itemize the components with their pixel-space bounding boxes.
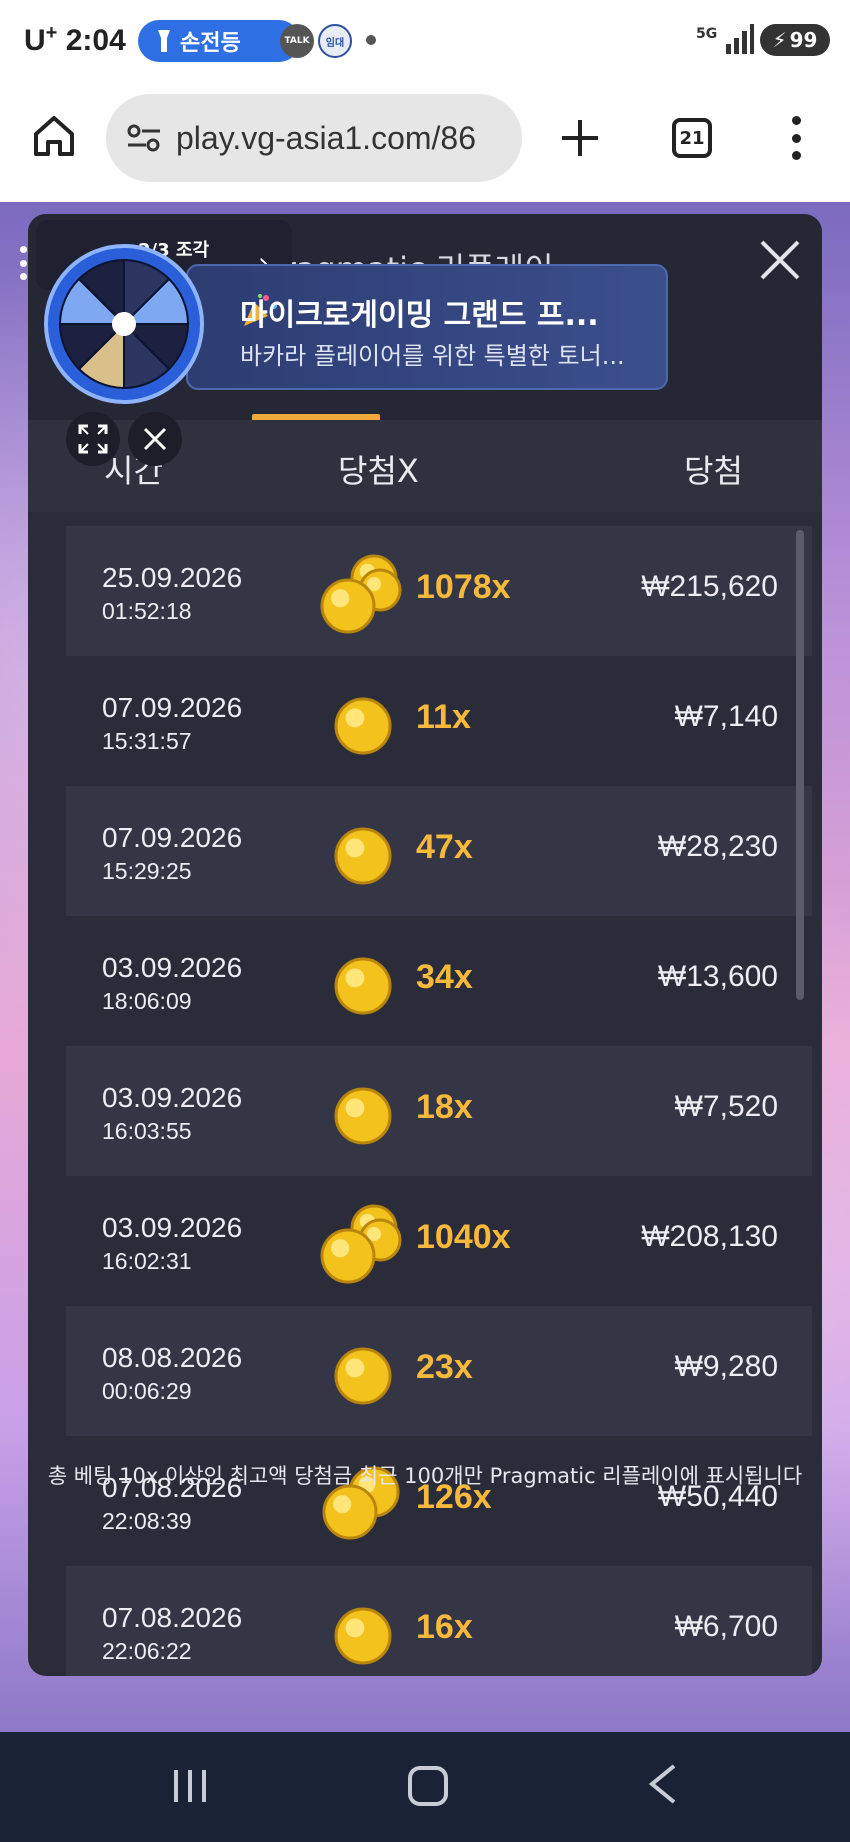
row-date: 03.09.2026 [102,952,243,983]
row-win-amount: ₩28,230 [657,830,778,863]
row-win-amount: ₩7,520 [674,1090,778,1123]
status-bar: U+ 2:04 손전등 TALK 임대 5G ⚡ 99 [0,0,850,80]
site-settings-icon[interactable] [126,123,162,153]
coin-icon [334,1607,392,1665]
signal-icon [726,24,754,54]
flashlight-pill[interactable]: 손전등 [138,20,300,62]
close-small-icon [143,427,167,451]
row-time: 15:29:25 [102,858,192,884]
row-multiplier: 23x [416,1348,473,1386]
coin-icon [334,1087,392,1145]
row-multiplier: 1078x [416,568,511,606]
row-time: 16:03:55 [102,1118,192,1144]
rental-notification-icon: 임대 [318,24,352,58]
row-win-amount: ₩13,600 [657,960,778,993]
coin-icon [320,554,402,634]
row-date: 25.09.2026 [102,562,243,593]
row-multiplier: 18x [416,1088,473,1126]
row-date: 07.08.2026 [102,1602,243,1633]
row-win-amount: ₩9,280 [674,1350,778,1383]
row-multiplier: 16x [416,1608,473,1646]
battery-indicator: ⚡ 99 [760,24,830,56]
coin-icon [334,827,392,885]
close-overlay-button[interactable] [128,412,182,466]
system-nav-bar [0,1732,850,1842]
column-win: 당첨 [684,452,743,490]
back-icon[interactable] [648,1764,678,1804]
row-win-amount: ₩6,700 [674,1610,778,1643]
row-date: 03.09.2026 [102,1212,243,1243]
browser-menu-icon[interactable] [784,116,808,160]
expand-icon [78,424,108,454]
row-win-amount: ₩208,130 [641,1220,778,1253]
table-row[interactable]: 07.09.2026 15:29:25 47x ₩28,230 [66,786,812,916]
home-icon[interactable] [32,114,76,158]
row-date: 07.09.2026 [102,822,243,853]
row-multiplier: 47x [416,828,473,866]
promo-banner[interactable]: 마이크로게이밍 그랜드 프... 바카라 플레이어를 위한 특별한 토너... [186,264,668,390]
row-date: 08.08.2026 [102,1342,243,1373]
table-row[interactable]: 03.09.2026 16:03:55 18x ₩7,520 [66,1046,812,1176]
promo-title: 마이크로게이밍 그랜드 프... [240,298,599,333]
flashlight-icon [158,30,170,52]
scrollbar[interactable] [796,530,804,1000]
row-date: 07.09.2026 [102,692,243,723]
table-row[interactable]: 08.08.2026 00:06:29 23x ₩9,280 [66,1306,812,1436]
carrier-time: U+ 2:04 [24,22,126,58]
battery-level: 99 [789,28,818,52]
row-win-amount: ₩215,620 [641,570,778,603]
row-time: 18:06:09 [102,988,192,1014]
table-row[interactable]: 03.09.2026 18:06:09 34x ₩13,600 [66,916,812,1046]
row-date: 03.09.2026 [102,1082,243,1113]
overlay-menu-icon[interactable] [18,246,28,280]
url-text: play.vg-asia1.com/86 [176,119,476,156]
row-win-amount: ₩7,140 [674,700,778,733]
column-multiplier: 당첨X [338,452,419,490]
coin-icon [334,697,392,755]
footer-note: 총 베팅 10x 이상인 최고액 당첨금 최근 100개만 Pragmatic … [47,1464,803,1488]
row-multiplier: 11x [416,698,471,736]
coin-icon [320,1204,402,1284]
row-time: 16:02:31 [102,1248,192,1274]
table-row[interactable]: 07.08.2026 22:08:39 126x ₩50,440 [66,1436,812,1566]
row-time: 22:06:22 [102,1638,192,1664]
talk-notification-icon: TALK [280,24,314,58]
row-time: 00:06:29 [102,1378,192,1404]
more-notifications-dot [366,35,376,45]
flashlight-label: 손전등 [180,31,241,56]
close-icon[interactable] [756,236,804,284]
recents-icon[interactable] [172,1768,208,1804]
row-time: 22:08:39 [102,1508,192,1534]
row-time: 01:52:18 [102,598,192,624]
nav-home-button[interactable] [408,1766,448,1806]
row-multiplier: 34x [416,958,473,996]
carrier-label: U [24,24,46,57]
tab-switcher-button[interactable]: 21 [672,118,712,158]
new-tab-icon[interactable] [560,118,600,158]
expand-button[interactable] [66,412,120,466]
row-multiplier: 1040x [416,1218,511,1256]
coin-icon [334,957,392,1015]
table-row[interactable]: 07.09.2026 15:31:57 11x ₩7,140 [66,656,812,786]
promo-subtitle: 바카라 플레이어를 위한 특별한 토너... [240,342,625,370]
talk-label: TALK [284,36,310,46]
tab-count: 21 [679,127,705,149]
network-type: 5G [696,26,718,42]
carrier-sup: + [45,22,58,44]
rental-label: 임대 [325,37,345,49]
row-time: 15:31:57 [102,728,192,754]
charging-icon: ⚡ [772,28,787,52]
coin-icon [334,1347,392,1405]
address-bar[interactable]: play.vg-asia1.com/86 [106,94,522,182]
prize-wheel-icon[interactable] [44,244,204,404]
table-row[interactable]: 03.09.2026 16:02:31 1040x ₩208,130 [66,1176,812,1306]
clock: 2:04 [65,24,126,57]
table-row[interactable]: 07.08.2026 22:06:22 16x ₩6,700 [66,1566,812,1676]
browser-toolbar: play.vg-asia1.com/86 21 [0,80,850,202]
table-row[interactable]: 25.09.2026 01:52:18 1078x ₩215,620 [66,526,812,656]
